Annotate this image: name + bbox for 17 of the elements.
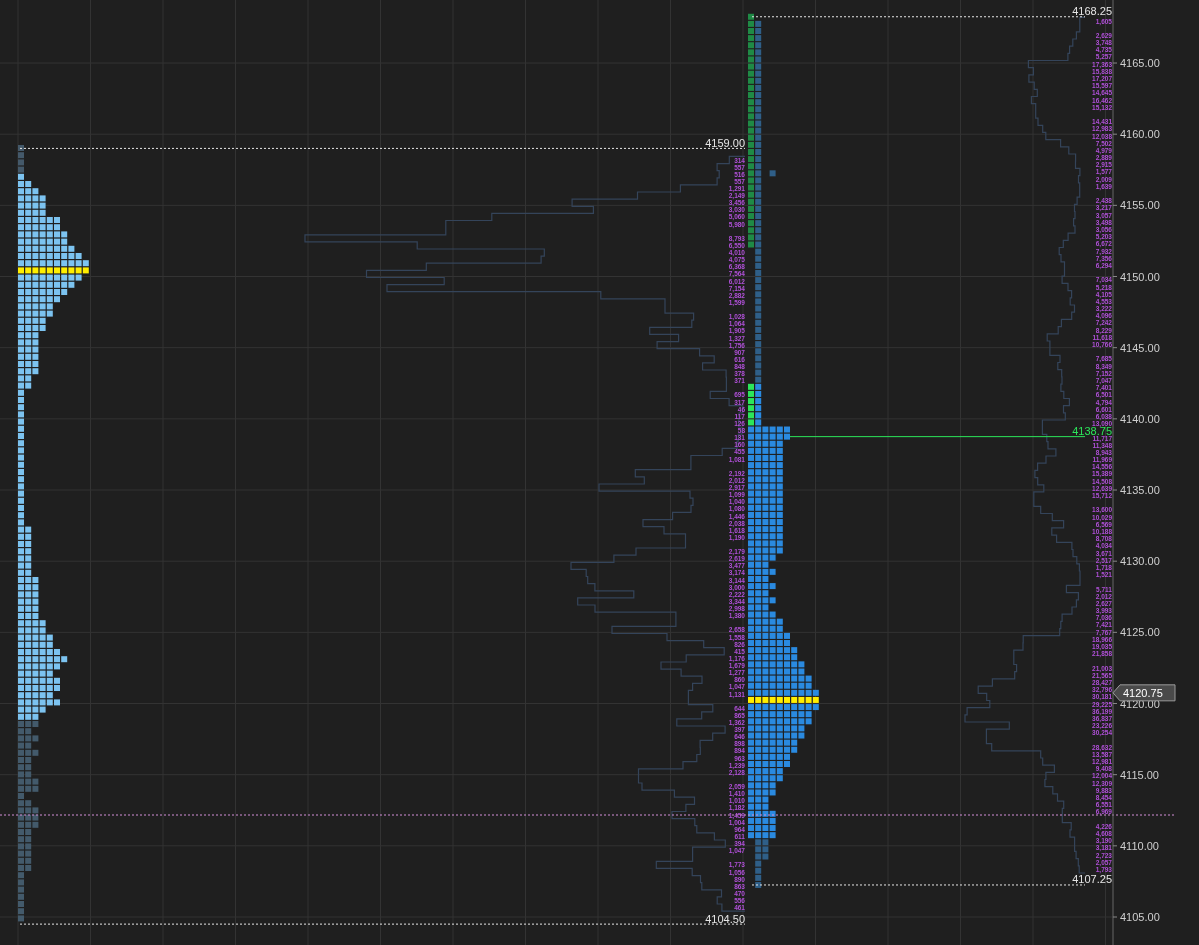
price-level-label: 4107.25: [1072, 873, 1112, 886]
axis-label: 4145.00: [1120, 341, 1160, 354]
axis-label: 4140.00: [1120, 412, 1160, 425]
axis-label: 4115.00: [1120, 768, 1159, 781]
axis-label: 4125.00: [1120, 626, 1160, 639]
price-level-label: 4104.50: [705, 912, 745, 925]
axis-label: 4160.00: [1120, 128, 1160, 141]
price-level-label: 4168.25: [1072, 5, 1112, 18]
axis-label: 4135.00: [1120, 484, 1160, 496]
axis-label: 4150.00: [1120, 270, 1160, 283]
last-price-tag: 4120.75: [1112, 684, 1176, 702]
axis-label: 4165.00: [1120, 57, 1160, 69]
axis-label: 4105.00: [1120, 911, 1160, 923]
axis-label: 4155.00: [1120, 199, 1160, 212]
axis-label: 4130.00: [1120, 555, 1160, 568]
axis-label: 4110.00: [1120, 839, 1159, 852]
price-level-label: 4159.00: [705, 136, 745, 149]
